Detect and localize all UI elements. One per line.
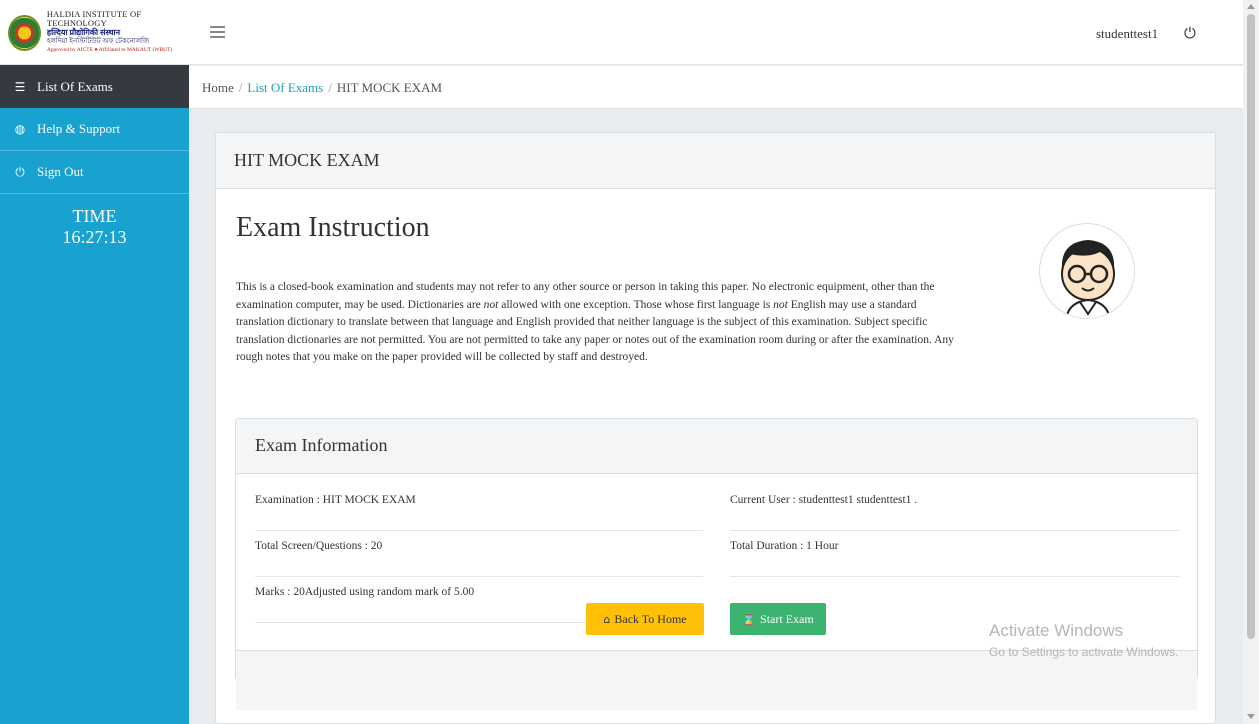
breadcrumb-list-of-exams[interactable]: List Of Exams — [247, 80, 323, 95]
breadcrumb-home[interactable]: Home — [202, 80, 234, 95]
instruction-text-emphasis: not — [483, 298, 499, 311]
instruction-text-part: allowed with one exception. Those whose … — [498, 298, 774, 311]
sidebar-item-sign-out[interactable]: ⏻ Sign Out — [0, 151, 189, 194]
page-scrollbar[interactable] — [1243, 0, 1259, 724]
logo-line-1: HALDIA INSTITUTE OF TECHNOLOGY — [46, 9, 142, 28]
total-duration-field: Total Duration : 1 Hour — [730, 530, 1180, 577]
scrollbar-thumb[interactable] — [1247, 14, 1255, 639]
logo-line-2: हल्दिया प्रौद्योगिकी संस्थान — [46, 28, 121, 37]
logo-line-3: হলদিয়া ইনস্টিটিউট অফ টেকনোলজি — [46, 37, 150, 45]
hamburger-menu-icon[interactable] — [210, 26, 225, 38]
instruction-text: This is a closed-book examination and st… — [236, 279, 956, 367]
instruction-text-emphasis: not — [773, 298, 788, 311]
timer-value: 16:27:13 — [62, 227, 127, 247]
instruction-title: Exam Instruction — [236, 212, 430, 243]
breadcrumb: Home / List Of Exams / HIT MOCK EXAM — [189, 66, 1243, 109]
top-bar: HALDIA INSTITUTE OF TECHNOLOGY हल्दिया प… — [0, 0, 1243, 65]
timer: TIME 16:27:13 — [0, 206, 189, 248]
logo-text: HALDIA INSTITUTE OF TECHNOLOGY हल्दिया प… — [47, 10, 188, 55]
hourglass-icon: ⌛ — [742, 612, 757, 626]
list-icon: ☰ — [14, 79, 26, 94]
watermark-line-2: Go to Settings to activate Windows. — [989, 645, 1179, 659]
sidebar-item-help-support[interactable]: ◍ Help & Support — [0, 108, 189, 151]
exam-information-footer — [236, 650, 1197, 710]
breadcrumb-separator: / — [328, 80, 332, 95]
start-exam-label: Start Exam — [760, 611, 814, 626]
sidebar: ☰ List Of Exams ◍ Help & Support ⏻ Sign … — [0, 65, 189, 724]
institute-logo[interactable]: HALDIA INSTITUTE OF TECHNOLOGY हल्दिया प… — [8, 10, 188, 55]
logo-line-4: Approved by AICTE ● Affiliated to MAKAUT… — [46, 47, 173, 53]
student-avatar — [1039, 223, 1135, 319]
sidebar-item-label: List Of Exams — [37, 78, 113, 94]
start-exam-button[interactable]: ⌛ Start Exam — [730, 603, 826, 635]
total-questions-field: Total Screen/Questions : 20 — [255, 530, 703, 577]
student-avatar-icon — [1061, 240, 1115, 318]
activate-windows-watermark: Activate Windows Go to Settings to activ… — [989, 621, 1178, 659]
timer-label: TIME — [72, 206, 117, 226]
sidebar-item-label: Help & Support — [37, 121, 121, 136]
current-user-field: Current User : studenttest1 studenttest1… — [730, 484, 1180, 531]
institute-seal-icon — [8, 14, 41, 51]
scroll-down-arrow-icon[interactable] — [1247, 714, 1255, 719]
power-icon[interactable]: ⏻ — [1184, 24, 1196, 42]
card-title: HIT MOCK EXAM — [216, 133, 1215, 189]
scroll-up-arrow-icon[interactable] — [1247, 4, 1255, 9]
username-label[interactable]: studenttest1 — [1096, 26, 1158, 42]
sidebar-item-label: Sign Out — [37, 164, 84, 179]
watermark-line-1: Activate Windows — [989, 621, 1124, 640]
exam-information-title: Exam Information — [236, 419, 1197, 474]
home-icon: ⌂ — [603, 612, 611, 626]
breadcrumb-current: HIT MOCK EXAM — [336, 80, 443, 95]
sidebar-item-list-of-exams[interactable]: ☰ List Of Exams — [0, 65, 189, 108]
examination-field: Examination : HIT MOCK EXAM — [255, 484, 703, 531]
life-ring-icon: ◍ — [14, 122, 26, 136]
back-to-home-label: Back To Home — [614, 611, 687, 626]
back-to-home-button[interactable]: ⌂ Back To Home — [586, 603, 704, 635]
breadcrumb-separator: / — [238, 80, 243, 95]
power-icon: ⏻ — [15, 164, 25, 179]
